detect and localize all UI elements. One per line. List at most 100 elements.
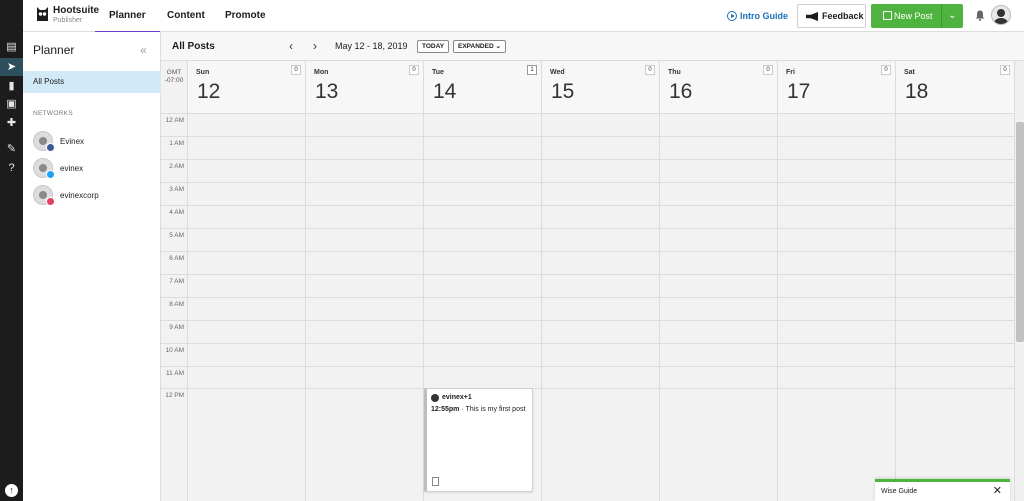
timezone-label: GMT -07:00 xyxy=(161,61,187,113)
date-range: May 12 - 18, 2019 xyxy=(335,41,408,51)
day-name: Thu xyxy=(668,69,681,76)
new-post-button-group: New Post ⌄ xyxy=(871,4,963,28)
hour-divider xyxy=(161,251,1014,252)
new-post-button[interactable]: New Post xyxy=(871,4,941,28)
tools-icon[interactable]: ✎ xyxy=(4,142,19,157)
intro-guide-link[interactable]: Intro Guide xyxy=(727,11,788,21)
column-divider xyxy=(659,113,660,501)
timezone-label-line2: -07:00 xyxy=(164,77,184,84)
notifications-bell-icon[interactable] xyxy=(975,10,985,21)
day-column-header[interactable]: Sat 18 0 xyxy=(895,61,1014,113)
assignments-icon[interactable]: ▣ xyxy=(4,97,19,112)
hour-divider xyxy=(161,274,1014,275)
megaphone-icon xyxy=(806,12,818,21)
post-count-badge: 0 xyxy=(1000,65,1010,75)
post-count-badge: 0 xyxy=(291,65,301,75)
day-column-header[interactable]: Sun 12 0 xyxy=(187,61,305,113)
day-number: 12 xyxy=(197,80,221,103)
tab-content[interactable]: Content xyxy=(167,10,205,21)
calendar-week-grid: GMT -07:00 Sun 12 0 Mon 13 0 Tue 14 1 We… xyxy=(161,61,1014,501)
hour-label: 1 AM xyxy=(169,140,184,147)
close-icon[interactable]: ✕ xyxy=(993,482,1002,501)
hour-divider xyxy=(161,182,1014,183)
collapse-sidebar-icon[interactable]: « xyxy=(140,43,147,57)
wise-guide-panel[interactable]: Wise Guide ✕ xyxy=(875,479,1010,501)
column-divider xyxy=(305,113,306,501)
day-column-header[interactable]: Fri 17 0 xyxy=(777,61,895,113)
play-icon xyxy=(727,11,737,21)
app-icon-rail: ▤ ➤ ▮ ▣ ✚ ✎ ? ↑ xyxy=(0,0,23,501)
twitter-icon xyxy=(46,170,55,179)
tab-planner[interactable]: Planner xyxy=(95,10,160,33)
hour-divider xyxy=(161,136,1014,137)
day-name: Tue xyxy=(432,69,444,76)
calendar-scrollbar[interactable] xyxy=(1014,61,1024,501)
day-column-header[interactable]: Thu 16 0 xyxy=(659,61,777,113)
next-week-button[interactable]: › xyxy=(313,39,317,53)
day-name: Wed xyxy=(550,69,565,76)
streams-icon[interactable]: ▤ xyxy=(4,40,19,55)
hour-divider xyxy=(161,388,1014,389)
hour-label: 5 AM xyxy=(169,232,184,239)
day-column-header[interactable]: Tue 14 1 xyxy=(423,61,541,113)
sidebar-item-all-posts[interactable]: All Posts xyxy=(23,71,161,93)
column-divider xyxy=(187,113,188,501)
chevron-down-icon: ⌄ xyxy=(495,43,501,50)
network-name: evinex xyxy=(60,164,84,173)
network-name: Evinex xyxy=(60,137,85,146)
column-divider xyxy=(541,113,542,501)
help-icon[interactable]: ? xyxy=(4,161,19,176)
post-account: evinex+1 xyxy=(442,394,472,401)
hootsuite-owl-logo-icon xyxy=(37,7,48,21)
scrollbar-thumb[interactable] xyxy=(1016,122,1024,342)
post-time: 12:55pm xyxy=(431,406,460,413)
new-post-dropdown-button[interactable]: ⌄ xyxy=(941,4,963,28)
column-divider xyxy=(895,113,896,501)
previous-week-button[interactable]: ‹ xyxy=(289,39,293,53)
post-count-badge: 1 xyxy=(527,65,537,75)
hour-label: 6 AM xyxy=(169,255,184,262)
post-summary: 12:55pm · This is my first post xyxy=(431,406,525,413)
analytics-icon[interactable]: ▮ xyxy=(4,79,19,94)
hour-divider xyxy=(161,320,1014,321)
hour-label: 12 AM xyxy=(165,117,184,124)
user-avatar[interactable] xyxy=(991,5,1011,25)
feedback-button[interactable]: Feedback xyxy=(797,4,866,28)
today-button[interactable]: TODAY xyxy=(417,40,450,53)
upload-icon[interactable]: ↑ xyxy=(5,484,18,497)
post-count-badge: 0 xyxy=(645,65,655,75)
network-item-evinexcorp-instagram[interactable]: evinexcorp xyxy=(33,185,153,207)
network-item-evinex-facebook[interactable]: Evinex xyxy=(33,131,153,153)
hour-divider xyxy=(161,297,1014,298)
view-dropdown-label: EXPANDED xyxy=(458,43,494,50)
day-name: Sat xyxy=(904,69,915,76)
networks-heading: NETWORKS xyxy=(33,110,73,117)
day-column-header[interactable]: Mon 13 0 xyxy=(305,61,423,113)
publisher-icon[interactable]: ➤ xyxy=(0,58,23,76)
apps-icon[interactable]: ✚ xyxy=(4,116,19,131)
day-name: Mon xyxy=(314,69,329,76)
network-item-evinex-twitter[interactable]: evinex xyxy=(33,158,153,180)
day-name: Sun xyxy=(196,69,210,76)
day-column-header[interactable]: Wed 15 0 xyxy=(541,61,659,113)
tab-promote[interactable]: Promote xyxy=(225,10,266,21)
post-text: This is my first post xyxy=(465,406,526,413)
view-dropdown[interactable]: EXPANDED ⌄ xyxy=(453,40,506,53)
hour-label: 10 AM xyxy=(165,347,184,354)
hour-label: 12 PM xyxy=(165,392,184,399)
day-number: 17 xyxy=(787,80,811,103)
brand-name: Hootsuite xyxy=(53,5,100,16)
hour-divider xyxy=(161,113,1014,114)
post-count-badge: 0 xyxy=(409,65,419,75)
facebook-icon xyxy=(46,143,55,152)
hour-divider xyxy=(161,205,1014,206)
hour-label: 3 AM xyxy=(169,186,184,193)
post-count-badge: 0 xyxy=(763,65,773,75)
hour-label: 8 AM xyxy=(169,301,184,308)
calendar-toolbar: All Posts ‹ › May 12 - 18, 2019 TODAY EX… xyxy=(161,32,1024,61)
scheduled-post-card[interactable]: evinex+1 12:55pm · This is my first post xyxy=(424,388,533,492)
day-number: 18 xyxy=(905,80,929,103)
intro-guide-label: Intro Guide xyxy=(740,11,788,21)
feedback-label: Feedback xyxy=(822,11,864,21)
top-bar: Hootsuite Publisher Planner Content Prom… xyxy=(23,0,1024,33)
